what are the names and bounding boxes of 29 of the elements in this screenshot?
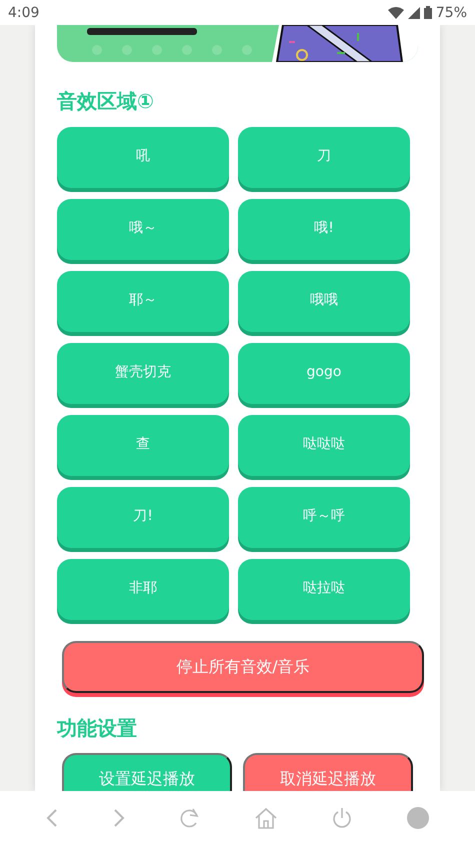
sound-button[interactable]: 哒哒哒	[238, 415, 410, 476]
circle-icon[interactable]	[407, 806, 430, 828]
sound-button[interactable]: gogo	[238, 343, 410, 404]
sound-button[interactable]: 哦哦	[238, 271, 410, 332]
wifi-icon	[388, 6, 404, 18]
battery-percentage: 75%	[436, 4, 467, 20]
sound-button[interactable]: 哦～	[57, 199, 229, 260]
set-delay-button[interactable]: 设置延迟播放	[62, 753, 232, 791]
battery-icon	[424, 6, 432, 19]
sound-button[interactable]: 刀!	[57, 487, 229, 548]
section-heading: 音效区域①	[57, 88, 155, 115]
signal-icon	[408, 6, 420, 18]
refresh-icon[interactable]	[180, 808, 200, 828]
sound-button[interactable]: 蟹壳切克	[57, 343, 229, 404]
sound-button[interactable]: 吼	[57, 127, 229, 188]
status-time: 4:09	[8, 4, 40, 20]
sound-button[interactable]: 非耶	[57, 559, 229, 620]
sound-button[interactable]: 耶～	[57, 271, 229, 332]
sound-button[interactable]: 查	[57, 415, 229, 476]
section-heading: 功能设置	[57, 715, 138, 742]
sound-button[interactable]: 哒拉哒	[238, 559, 410, 620]
cancel-delay-button[interactable]: 取消延迟播放	[243, 753, 413, 791]
home-icon[interactable]	[255, 806, 278, 828]
sound-button[interactable]: 哦!	[238, 199, 410, 260]
power-icon[interactable]	[332, 806, 352, 828]
sound-button[interactable]: 刀	[238, 127, 410, 188]
forward-icon[interactable]	[112, 808, 125, 828]
back-icon[interactable]	[46, 808, 58, 828]
sound-button[interactable]: 呼～呼	[238, 487, 410, 548]
